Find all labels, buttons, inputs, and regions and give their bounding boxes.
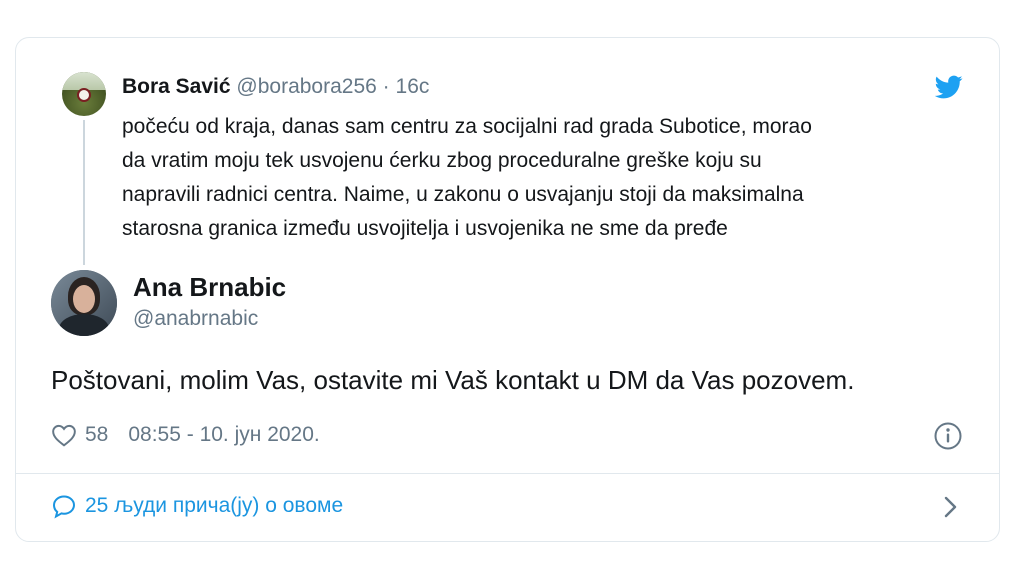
chevron-right-icon[interactable] (939, 494, 961, 520)
parent-text-line: starosna granica između usvojitelja i us… (122, 217, 728, 240)
heart-icon[interactable] (51, 423, 77, 447)
twitter-bird-icon[interactable] (935, 73, 963, 101)
parent-timestamp[interactable]: 16c (396, 75, 430, 98)
divider (16, 473, 999, 474)
info-icon[interactable] (933, 421, 963, 451)
speech-bubble-icon (52, 495, 76, 519)
parent-author-handle[interactable]: @borabora256 (236, 75, 376, 98)
thread-line (83, 120, 85, 265)
parent-text-line: napravili radnici centra. Naime, u zakon… (122, 183, 804, 206)
parent-tweet-text: počeću od kraja, danas sam centru za soc… (122, 110, 952, 246)
parent-tweet-header: Bora Savić @borabora256 · 16c (122, 73, 429, 101)
parent-avatar[interactable] (62, 72, 106, 116)
like-count[interactable]: 58 (85, 423, 108, 447)
tweet-text: Poštovani, molim Vas, ostavite mi Vaš ko… (51, 365, 855, 395)
conversation-label[interactable]: 25 људи прича(ју) о овоме (85, 494, 343, 518)
parent-text-line: počeću od kraja, danas sam centru za soc… (122, 115, 812, 138)
parent-separator-dot: · (382, 75, 390, 98)
tweet-timestamp[interactable]: 08:55 - 10. јун 2020. (128, 423, 319, 447)
parent-author-name[interactable]: Bora Savić (122, 75, 231, 98)
author-avatar[interactable] (51, 270, 117, 336)
author-name[interactable]: Ana Brnabic (133, 271, 286, 303)
tweet-meta-row: 58 08:55 - 10. јун 2020. (51, 420, 320, 450)
parent-text-line: da vratim moju tek usvojenu ćerku zbog p… (122, 149, 762, 172)
conversation-link[interactable]: 25 људи прича(ју) о овоме (51, 490, 343, 522)
author-handle[interactable]: @anabrnabic (133, 305, 258, 333)
